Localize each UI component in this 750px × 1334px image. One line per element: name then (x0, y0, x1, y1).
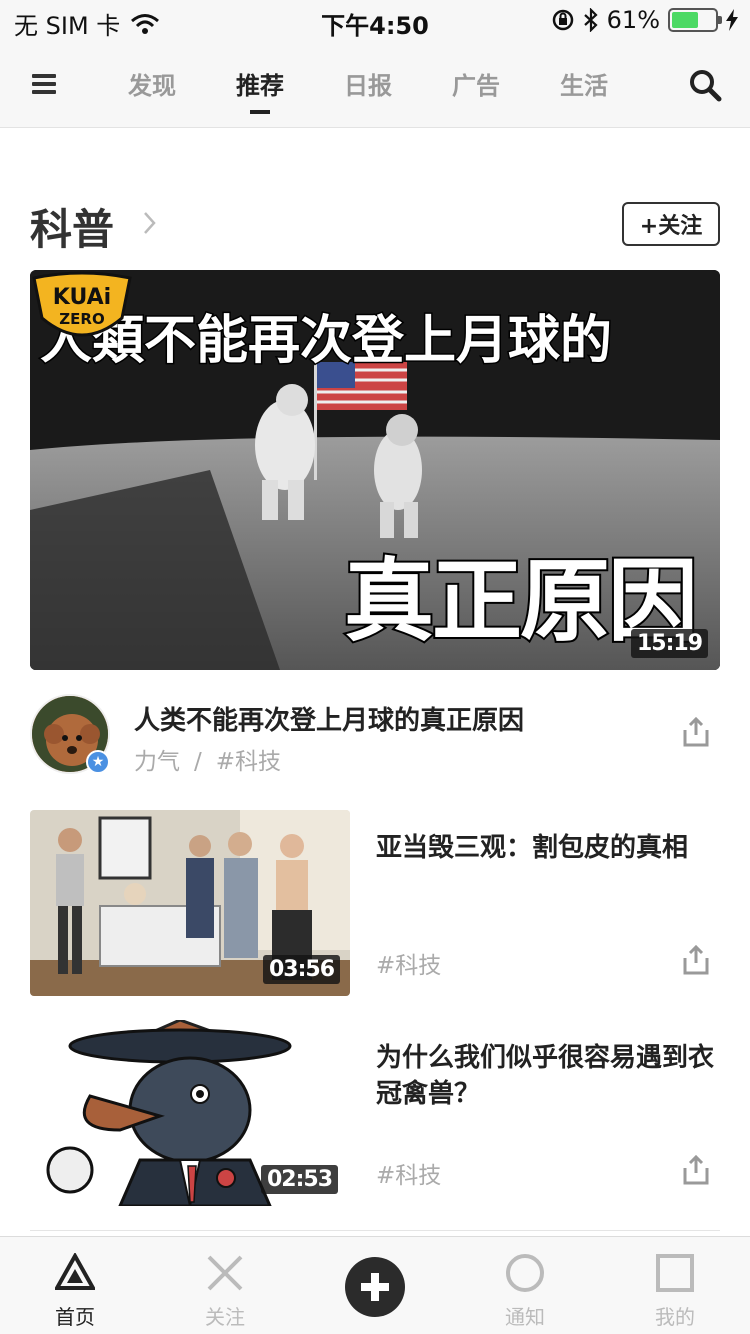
tag-link[interactable]: #科技 (376, 946, 441, 980)
tab-label: 通知 (505, 1305, 545, 1329)
video-title[interactable]: 亚当毁三观：割包皮的真相 (376, 830, 716, 866)
featured-video-title[interactable]: 人类不能再次登上月球的真正原因 (134, 700, 524, 737)
logo-text-2: ZERO (59, 310, 104, 328)
plus-circle-icon (345, 1257, 405, 1317)
tab-4[interactable]: 广告 (452, 40, 500, 128)
nav-bar: 发现 推荐 日报 广告 生活 (0, 40, 750, 128)
battery-percent: 61% (606, 6, 660, 34)
list-item[interactable]: 03:56 亚当毁三观：割包皮的真相 #科技 (30, 810, 720, 996)
rotation-lock-icon (552, 9, 573, 31)
x-icon (207, 1255, 243, 1291)
tab-label: 推荐 (236, 72, 284, 100)
charging-icon (726, 9, 738, 31)
follow-button[interactable]: +关注 (622, 202, 720, 246)
video-thumbnail[interactable]: 03:56 (30, 810, 350, 996)
circle-icon (506, 1254, 544, 1292)
tab-publish[interactable] (300, 1237, 450, 1334)
tab-follow[interactable]: 关注 (150, 1237, 300, 1334)
tab-label: 日报 (344, 72, 392, 100)
logo-text-1: KUAi (53, 285, 111, 310)
author-name[interactable]: 力气 (134, 749, 180, 775)
tab-label: 我的 (655, 1305, 695, 1329)
tab-2[interactable]: 推荐 (236, 40, 284, 128)
tab-label: 首页 (55, 1305, 95, 1329)
tab-5[interactable]: 生活 (560, 40, 608, 128)
status-bar: 无 SIM 卡 下午4:50 61% (0, 0, 750, 40)
bluetooth-icon (583, 8, 598, 32)
active-tab-indicator (250, 110, 270, 114)
menu-icon[interactable] (32, 74, 56, 94)
tab-3[interactable]: 日报 (344, 40, 392, 128)
duration-badge: 03:56 (262, 955, 340, 984)
tab-profile[interactable]: 我的 (600, 1237, 750, 1334)
divider (30, 1230, 720, 1231)
duration-badge: 15:19 (630, 629, 708, 658)
category-tabs: 发现 推荐 日报 广告 生活 (98, 40, 638, 128)
triangle-icon (55, 1253, 95, 1290)
tab-label: 关注 (205, 1305, 245, 1329)
share-icon[interactable] (680, 716, 712, 748)
tab-label: 广告 (452, 72, 500, 100)
tab-label: 发现 (128, 72, 176, 100)
list-item[interactable]: 02:53 为什么我们似乎很容易遇到衣冠禽兽？ #科技 (30, 1020, 720, 1206)
chevron-right-icon[interactable] (142, 210, 158, 236)
battery-icon (668, 8, 722, 32)
share-icon[interactable] (680, 944, 712, 976)
tag-link[interactable]: #科技 (376, 1156, 441, 1190)
featured-video-meta: 力气 / #科技 (134, 742, 281, 776)
status-right: 61% (551, 6, 738, 34)
square-icon (656, 1254, 694, 1292)
tag-link[interactable]: #科技 (216, 749, 281, 775)
meta-separator: / (194, 749, 202, 775)
tab-home[interactable]: 首页 (0, 1237, 150, 1334)
duration-badge: 02:53 (260, 1165, 338, 1194)
battery-fill (672, 12, 698, 28)
tab-label: 生活 (560, 72, 608, 100)
tab-notifications[interactable]: 通知 (450, 1237, 600, 1334)
verified-star-icon: ★ (86, 750, 110, 774)
kuai-zero-logo: KUAi ZERO (32, 271, 132, 337)
bottom-tab-bar: 首页 关注 通知 我的 (0, 1236, 750, 1334)
search-icon[interactable] (688, 68, 722, 102)
video-thumbnail[interactable]: 02:53 (30, 1020, 350, 1206)
featured-video-thumbnail[interactable]: 人類不能再次登上月球的 真正原因 KUAi ZERO 15:19 (30, 270, 720, 670)
section-title[interactable]: 科普 (30, 196, 114, 257)
share-icon[interactable] (680, 1154, 712, 1186)
tab-1[interactable]: 发现 (128, 40, 176, 128)
video-title[interactable]: 为什么我们似乎很容易遇到衣冠禽兽？ (376, 1040, 716, 1112)
